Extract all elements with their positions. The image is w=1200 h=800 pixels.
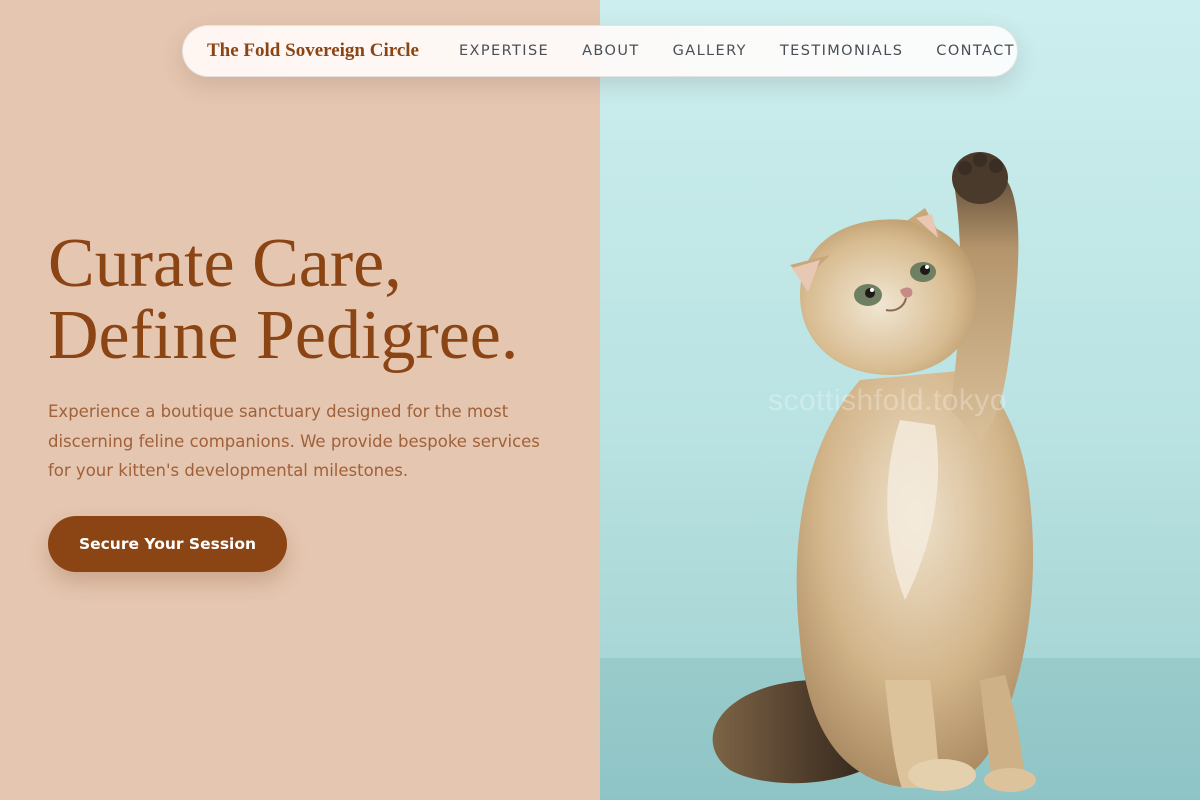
hero-title: Curate Care, Define Pedigree.: [48, 228, 588, 372]
nav-link-expertise[interactable]: EXPERTISE: [459, 43, 549, 59]
top-navbar: The Fold Sovereign Circle EXPERTISE ABOU…: [182, 25, 1018, 77]
hero-title-line-2: Define Pedigree.: [48, 297, 519, 374]
hero-description: Experience a boutique sanctuary designed…: [48, 402, 540, 480]
image-watermark: scottishfold.tokyo: [768, 384, 1008, 417]
secure-session-button[interactable]: Secure Your Session: [48, 516, 287, 572]
hero-left-panel: Curate Care, Define Pedigree. Experience…: [0, 0, 600, 800]
nav-links: EXPERTISE ABOUT GALLERY TESTIMONIALS CON…: [459, 43, 1015, 59]
brand-logo[interactable]: The Fold Sovereign Circle: [207, 40, 419, 62]
nav-link-about[interactable]: ABOUT: [582, 43, 640, 59]
nav-link-gallery[interactable]: GALLERY: [673, 43, 747, 59]
hero-title-line-1: Curate Care,: [48, 225, 402, 302]
nav-link-contact[interactable]: CONTACT: [936, 43, 1015, 59]
hero-image-panel: scottishfold.tokyo: [600, 0, 1200, 800]
kitten-photo: [712, 152, 1036, 792]
nav-link-testimonials[interactable]: TESTIMONIALS: [780, 43, 903, 59]
landing-page: Curate Care, Define Pedigree. Experience…: [0, 0, 1200, 800]
